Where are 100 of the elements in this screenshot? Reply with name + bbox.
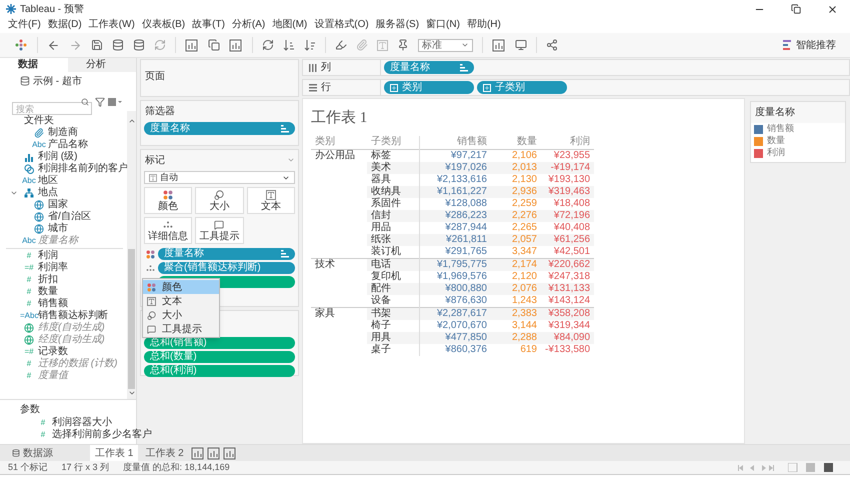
sheet-title: 工作表 1 — [311, 108, 368, 128]
data-source-name[interactable]: 示例 - 超市 — [33, 74, 82, 88]
table-cell: 家具 — [311, 308, 367, 320]
column-header: 数量 — [491, 136, 541, 150]
table-cell: ¥247,318 — [541, 271, 594, 283]
field-type-glyph: =# — [23, 262, 35, 274]
table-cell: ¥286,223 — [419, 210, 491, 222]
field-item[interactable]: 利润 (级) — [38, 151, 78, 163]
table-cell: 2,174 — [491, 258, 541, 271]
field-item[interactable]: 销售额达标判断 — [38, 310, 108, 322]
table-cell: 3,347 — [491, 246, 541, 258]
table-cell: 2,259 — [491, 198, 541, 210]
field-item[interactable]: 省/自治区 — [48, 211, 91, 223]
menu-item[interactable]: 地图(M) — [272, 19, 308, 31]
field-item[interactable]: 度量名称 — [38, 235, 78, 247]
menu-item[interactable]: 窗口(N) — [426, 19, 460, 31]
table-cell: 用品 — [367, 222, 419, 234]
mark-property-button[interactable]: 工具提示 — [195, 217, 244, 244]
field-item[interactable]: 地点 — [38, 187, 58, 199]
field-item[interactable]: 折扣 — [38, 274, 58, 286]
card-title: 标记 — [144, 154, 165, 168]
field-item[interactable]: 迁移的数据 (计数) — [38, 358, 118, 370]
legend-title: 度量名称 — [751, 102, 845, 123]
menu-option[interactable]: 大小 — [143, 308, 219, 322]
table-cell: ¥1,161,227 — [419, 186, 491, 198]
table-cell: 2,936 — [491, 186, 541, 198]
table-cell: 2,013 — [491, 162, 541, 174]
table-cell: 用具 — [367, 332, 419, 344]
field-type-glyph: # — [40, 417, 46, 429]
field-item[interactable]: 利润率 — [38, 262, 68, 274]
search-field[interactable]: 搜索 — [12, 102, 92, 115]
table-cell: 2,057 — [491, 234, 541, 246]
field-item[interactable]: 地区 — [38, 175, 58, 187]
field-type-glyph: # — [26, 286, 32, 298]
mark-type-select[interactable]: 自动 — [144, 171, 295, 184]
table-cell: ¥319,344 — [541, 320, 594, 332]
field-item[interactable]: 产品名称 — [48, 139, 88, 151]
field-type-glyph: # — [26, 250, 32, 262]
table-cell: 2,265 — [491, 222, 541, 234]
format-select[interactable]: 标准 — [418, 38, 473, 52]
table-cell: 办公用品 — [311, 150, 367, 162]
menu-item[interactable]: 服务器(S) — [376, 19, 420, 31]
menu-option[interactable]: 颜色 — [143, 280, 219, 294]
field-item[interactable]: 国家 — [48, 199, 68, 211]
table-cell: 2,120 — [491, 271, 541, 283]
table-cell: ¥1,795,775 — [419, 258, 491, 271]
table-cell: 系固件 — [367, 198, 419, 210]
field-item[interactable]: 利润 — [38, 250, 58, 262]
field-item[interactable]: 数量 — [38, 286, 58, 298]
field-type-glyph: # — [26, 358, 32, 370]
card-title: 筛选器 — [144, 104, 176, 119]
mark-property-button[interactable]: 详细信息 — [144, 217, 192, 244]
menu-item[interactable]: 文件(F) — [8, 19, 41, 31]
status-text: 51 个标记 — [8, 460, 48, 474]
table-cell: ¥197,026 — [419, 162, 491, 174]
table-cell: 1,243 — [491, 295, 541, 308]
field-item[interactable]: 城市 — [48, 223, 68, 235]
menu-item[interactable]: 分析(A) — [232, 19, 266, 31]
table-cell: ¥477,850 — [419, 332, 491, 344]
menu-item[interactable]: 仪表板(B) — [142, 19, 186, 31]
table-cell: 纸张 — [367, 234, 419, 246]
menu-item[interactable]: 设置格式(O) — [314, 19, 369, 31]
menu-item[interactable]: 工作表(W) — [88, 19, 135, 31]
recommend-button[interactable]: 智能推荐 — [783, 38, 836, 52]
folder-label[interactable]: 文件夹 — [24, 115, 54, 127]
menu-option[interactable]: 文本 — [143, 294, 219, 308]
table-cell: 桌子 — [367, 344, 419, 356]
status-text: 17 行 x 3 列 — [62, 460, 110, 474]
table-cell: ¥860,376 — [419, 344, 491, 356]
table-cell: 配件 — [367, 283, 419, 295]
table-cell: 3,144 — [491, 320, 541, 332]
field-item[interactable]: 利润排名前列的客户 — [38, 163, 127, 175]
table-cell: 2,106 — [491, 150, 541, 162]
field-item[interactable]: 经度(自动生成) — [38, 334, 105, 346]
table-cell: ¥61,256 — [541, 234, 594, 246]
pane-tab[interactable]: 数据 — [0, 58, 68, 72]
mark-property-button[interactable]: 大小 — [195, 187, 244, 214]
table-cell: 器具 — [367, 174, 419, 186]
mark-property-button[interactable]: 颜色 — [144, 187, 192, 214]
field-item[interactable]: 选择利润前多少名客户 — [52, 429, 152, 441]
field-item[interactable]: 度量值 — [38, 370, 68, 382]
table-cell: ¥319,463 — [541, 186, 594, 198]
menu-option[interactable]: 工具提示 — [143, 322, 219, 336]
menu-item[interactable]: 帮助(H) — [466, 19, 501, 31]
field-item[interactable]: 记录数 — [38, 346, 68, 358]
field-item[interactable]: 纬度(自动生成) — [38, 322, 105, 334]
table-cell: 书架 — [367, 308, 419, 320]
menu-item[interactable]: 故事(T) — [192, 19, 225, 31]
table-cell: -¥133,580 — [541, 344, 594, 356]
table-cell: 2,276 — [491, 210, 541, 222]
menu-item[interactable]: 数据(D) — [48, 19, 82, 31]
mark-property-button[interactable]: 文本 — [246, 187, 295, 214]
sheet-tab[interactable]: 工作表 1 — [90, 445, 138, 461]
field-type-glyph: Abc — [21, 175, 37, 187]
field-item[interactable]: 销售额 — [38, 298, 68, 310]
field-item[interactable]: 制造商 — [48, 127, 78, 139]
field-item[interactable]: 利润容器大小 — [52, 417, 112, 429]
data-source-tab[interactable]: 数据源 — [8, 445, 88, 461]
field-type-glyph: # — [40, 429, 46, 441]
field-type-glyph: # — [26, 274, 32, 286]
